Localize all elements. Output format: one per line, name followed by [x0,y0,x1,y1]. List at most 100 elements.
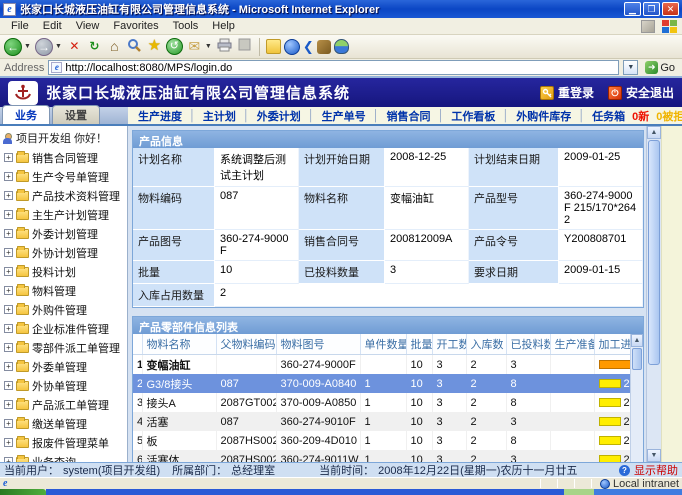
expand-plus-icon[interactable]: + [4,343,13,352]
address-dropdown-button[interactable]: ▼ [623,60,638,75]
nav-item-3[interactable]: 外委计划 [257,108,301,124]
history-button[interactable]: ↺ [166,38,183,55]
expand-plus-icon[interactable]: + [4,229,13,238]
scroll-thumb[interactable] [632,348,642,370]
expand-plus-icon[interactable]: + [4,267,13,276]
expand-plus-icon[interactable]: + [4,153,13,162]
go-button[interactable]: ➜ Go [642,61,678,74]
messenger-button[interactable] [334,39,349,54]
expand-plus-icon[interactable]: + [4,286,13,295]
table-row[interactable]: 6活塞体2087HS002360-274-9011W11032320 % [133,450,630,462]
table-row[interactable]: 3接头A2087GT002370-009-A085011032820 % [133,393,630,412]
column-header[interactable]: 批量 [406,334,432,355]
sidebar-item-16[interactable]: +报废件管理菜单 [2,433,127,452]
minimize-button[interactable]: ▁ [624,2,641,16]
scroll-thumb[interactable] [648,140,660,365]
refresh-button[interactable]: ↻ [86,38,103,55]
nav-item-6[interactable]: 工作看板 [451,108,495,124]
address-input[interactable]: e http://localhost:8080/MPS/login.do [48,60,619,75]
print-button[interactable] [216,38,233,55]
sidebar-item-10[interactable]: +企业标准件管理 [2,319,127,338]
column-header[interactable]: 已投料数 [506,334,550,355]
edit-button[interactable] [236,38,253,55]
table-row[interactable]: 5板2087HS002360-209-4D01011032820 % [133,431,630,450]
sidebar-item-11[interactable]: +零部件派工单管理 [2,338,127,357]
close-button[interactable]: ✕ [662,2,679,16]
sidebar-item-4[interactable]: +主生产计划管理 [2,205,127,224]
back-dropdown-icon[interactable]: ▼ [24,43,31,50]
sidebar-item-1[interactable]: +销售合同管理 [2,148,127,167]
expand-plus-icon[interactable]: + [4,210,13,219]
parts-vertical-scrollbar[interactable]: ▲ ▼ [630,334,643,462]
page-vertical-scrollbar[interactable]: ▲ ▼ [646,126,661,462]
column-header[interactable]: 开工数 [432,334,466,355]
expand-plus-icon[interactable]: + [4,419,13,428]
expand-plus-icon[interactable]: + [4,248,13,257]
menu-help[interactable]: Help [205,19,242,33]
column-header[interactable]: 加工进度 [594,334,630,355]
menu-tools[interactable]: Tools [166,19,206,33]
scroll-up-icon[interactable]: ▲ [647,126,661,139]
menu-file[interactable]: File [4,19,36,33]
sidebar-item-9[interactable]: +外购件管理 [2,300,127,319]
sidebar-item-2[interactable]: +生产令号单管理 [2,167,127,186]
search-button[interactable] [126,38,143,55]
table-row[interactable]: 4活塞087360-274-9010F11032320 % [133,412,630,431]
tab-settings[interactable]: 设置 [52,105,100,124]
forward-dropdown-icon[interactable]: ▼ [55,43,62,50]
maximize-button[interactable]: ❐ [643,2,660,16]
menu-favorites[interactable]: Favorites [106,19,165,33]
tab-business[interactable]: 业务 [2,105,50,124]
column-header[interactable]: 单件数量 [360,334,406,355]
menu-view[interactable]: View [69,19,107,33]
home-button[interactable]: ⌂ [106,38,123,55]
media-globe-button[interactable] [284,39,300,55]
expand-plus-icon[interactable]: + [4,438,13,447]
quick-link-button[interactable]: ❮ [303,39,314,55]
menu-edit[interactable]: Edit [36,19,69,33]
scroll-up-icon[interactable]: ▲ [631,334,643,347]
logout-button[interactable]: ⏻ 安全退出 [608,84,674,101]
sidebar-item-14[interactable]: +产品派工单管理 [2,395,127,414]
expand-plus-icon[interactable]: + [4,381,13,390]
sidebar-item-3[interactable]: +产品技术资料管理 [2,186,127,205]
column-header[interactable]: 入库数 [466,334,506,355]
start-button[interactable] [0,489,46,495]
expand-plus-icon[interactable]: + [4,191,13,200]
nav-item-2[interactable]: 主计划 [203,108,236,124]
expand-plus-icon[interactable]: + [4,324,13,333]
sidebar-item-17[interactable]: +业务查询 [2,452,127,462]
column-header[interactable]: 物料图号 [276,334,360,355]
show-help-link[interactable]: 显示帮助 [634,462,678,477]
nav-item-7[interactable]: 外购件库存 [516,108,571,124]
back-button[interactable]: ← [4,38,22,56]
sidebar-item-6[interactable]: +外协计划管理 [2,243,127,262]
address-url[interactable]: http://localhost:8080/MPS/login.do [65,62,232,74]
notes-button[interactable] [266,39,281,54]
sidebar-item-15[interactable]: +缴送单管理 [2,414,127,433]
favorites-button[interactable]: ★ [146,38,163,55]
sidebar-item-12[interactable]: +外委单管理 [2,357,127,376]
sidebar-item-13[interactable]: +外协单管理 [2,376,127,395]
nav-item-4[interactable]: 生产单号 [322,108,366,124]
sidebar-item-5[interactable]: +外委计划管理 [2,224,127,243]
scroll-down-icon[interactable]: ▼ [647,449,661,462]
table-row[interactable]: 1变幅油缸360-274-9000F1032329 % [133,355,630,375]
mail-dropdown-icon[interactable]: ▼ [205,43,212,50]
research-button[interactable] [317,40,331,54]
sidebar-item-7[interactable]: +投料计划 [2,262,127,281]
forward-button[interactable]: → [35,38,53,56]
nav-item-8[interactable]: 任务箱 [592,108,625,124]
relogin-button[interactable]: 重登录 [540,84,594,101]
column-header[interactable]: 父物料编码 [216,334,276,355]
expand-plus-icon[interactable]: + [4,400,13,409]
windows-taskbar[interactable] [0,489,682,495]
column-header[interactable]: 物料名称 [142,334,216,355]
sidebar-item-8[interactable]: +物料管理 [2,281,127,300]
mail-button[interactable]: ✉ [186,38,203,55]
expand-plus-icon[interactable]: + [4,362,13,371]
stop-button[interactable]: ✕ [66,38,83,55]
nav-item-1[interactable]: 生产进度 [138,108,182,124]
table-row[interactable]: 2G3/8接头087370-009-A084011032820 % [133,374,630,393]
expand-plus-icon[interactable]: + [4,305,13,314]
